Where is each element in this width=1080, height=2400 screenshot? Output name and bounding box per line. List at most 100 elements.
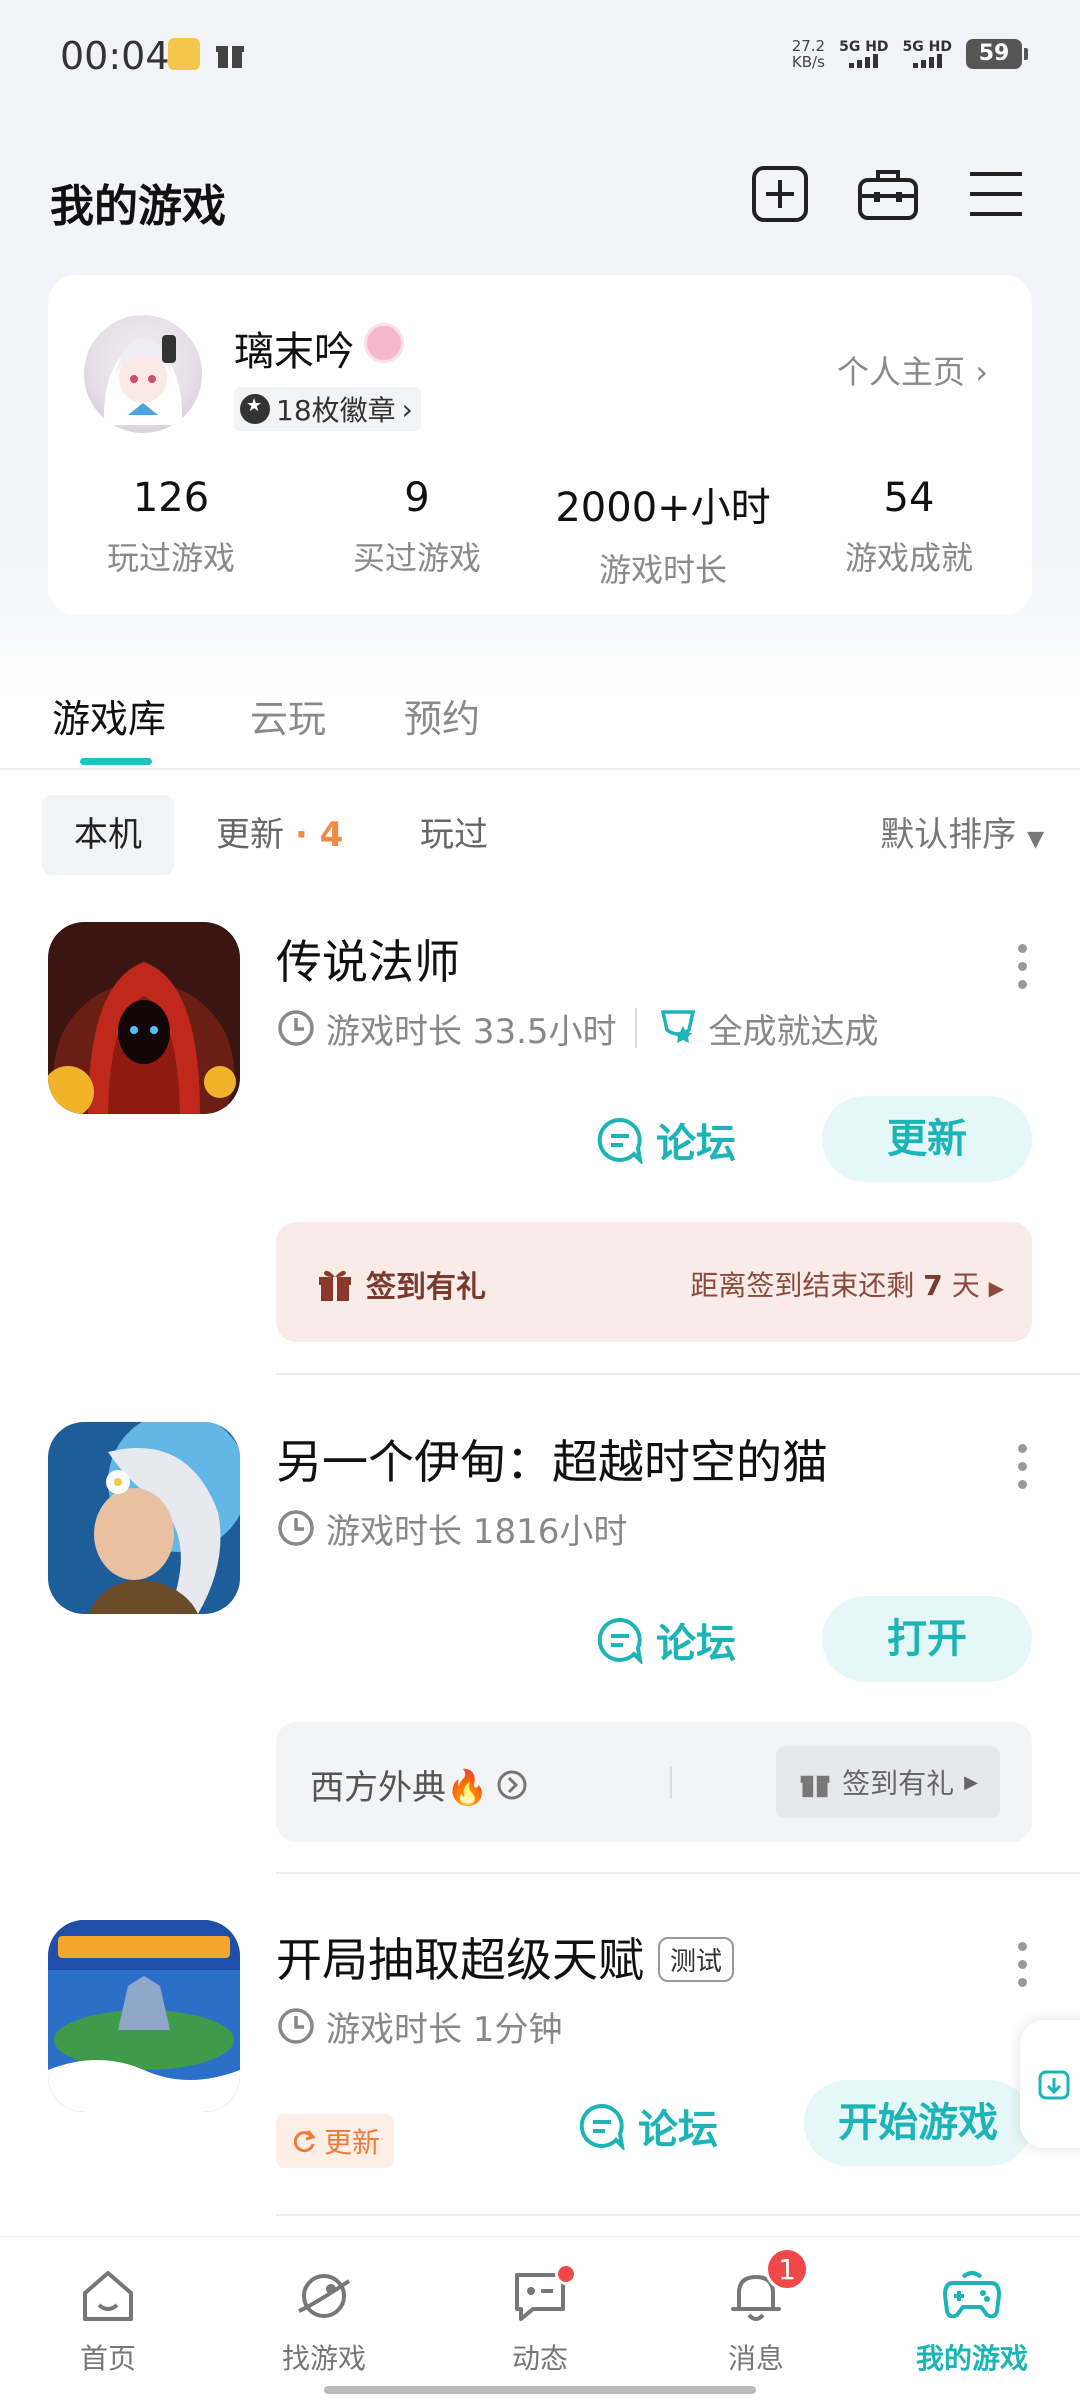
test-tag: 测试 (658, 1937, 735, 1982)
add-game-button[interactable] (748, 162, 812, 226)
badges-count: 18枚徽章 (276, 394, 396, 427)
stat-playtime[interactable]: 2000+小时 游戏时长 (540, 475, 786, 591)
forum-button[interactable]: 论坛 (578, 2084, 718, 2168)
game-item: 传说法师 游戏时长 33.5小时 全成就达成 论坛 更新 签到有礼 距离签到结束… (0, 922, 1080, 1362)
signal-1: 5G HD (839, 40, 889, 68)
refresh-icon (293, 2130, 316, 2153)
more-options-icon[interactable] (1018, 1942, 1032, 1996)
game-icon[interactable] (48, 922, 240, 1114)
nav-feed[interactable]: 动态 (460, 2263, 620, 2377)
tab-reservations[interactable]: 预约 (404, 688, 480, 743)
gift-icon (800, 1775, 830, 1798)
stat-bought-games[interactable]: 9 买过游戏 (294, 475, 540, 591)
game-title[interactable]: 传说法师 (276, 926, 460, 992)
circle-chevron-right-icon (497, 1770, 527, 1799)
forum-chat-icon (597, 1117, 643, 1164)
caret-right-icon: ▶ (964, 1771, 978, 1793)
stat-value: 9 (404, 475, 430, 521)
homepage-link-label: 个人主页 (837, 353, 966, 391)
game-artwork (48, 1422, 240, 1614)
event-name: 西方外典🔥 (310, 1768, 489, 1808)
profile-stats: 126 玩过游戏 9 买过游戏 2000+小时 游戏时长 54 游戏成就 (48, 475, 1032, 591)
event-link[interactable]: 西方外典🔥 (310, 1760, 528, 1809)
page-header: 我的游戏 (0, 150, 1080, 240)
signin-banner[interactable]: 签到有礼 距离签到结束还剩 7 天 ▶ (276, 1222, 1032, 1342)
speed-value: 27.2 (791, 37, 826, 55)
home-indicator[interactable] (324, 2386, 756, 2394)
floating-download-tab[interactable] (1020, 2020, 1080, 2148)
avatar-image (103, 335, 183, 425)
forum-label: 论坛 (656, 1621, 736, 1667)
nav-find-games[interactable]: 找游戏 (244, 2265, 404, 2377)
more-options-icon[interactable] (1018, 1444, 1032, 1498)
sort-dropdown[interactable]: 默认排序 ▼ (880, 795, 1044, 880)
forum-button[interactable]: 论坛 (596, 1098, 736, 1182)
more-options-icon[interactable] (1018, 944, 1032, 998)
network-speed: 27.2 KB/s (792, 38, 825, 70)
game-item: 开局抽取超级天赋 测试 游戏时长 1分钟 更新 论坛 开始游戏 (0, 1920, 1080, 2220)
chevron-right-icon: › (975, 353, 988, 391)
filter-updates-label: 更新 (216, 815, 284, 855)
start-game-button[interactable]: 开始游戏 (804, 2080, 1032, 2166)
page-title: 我的游戏 (50, 181, 226, 232)
tab-cloud-play[interactable]: 云玩 (250, 688, 326, 743)
game-icon[interactable] (48, 1422, 240, 1614)
game-meta: 游戏时长 1分钟 (276, 2000, 562, 2052)
game-title[interactable]: 另一个伊甸：超越时空的猫 (276, 1426, 828, 1492)
signin-label: 签到有礼 (366, 1270, 486, 1305)
tab-game-library[interactable]: 游戏库 (52, 688, 166, 743)
update-tag-label: 更新 (324, 2126, 381, 2159)
plus-square-icon (752, 166, 808, 222)
sort-label: 默认排序 (880, 815, 1017, 855)
game-artwork (48, 922, 240, 1114)
stat-value: 2000+小时 (555, 485, 771, 531)
filter-played[interactable]: 玩过 (420, 795, 488, 875)
signal-2: 5G HD (903, 40, 952, 68)
stat-value: 54 (883, 475, 935, 521)
gift-icon (319, 1270, 351, 1301)
clock-icon (278, 1510, 314, 1546)
update-available-tag[interactable]: 更新 (276, 2114, 395, 2168)
list-divider (276, 1373, 1080, 1375)
forum-label: 论坛 (638, 2107, 718, 2153)
homepage-link[interactable]: 个人主页 › (837, 347, 988, 393)
game-meta: 游戏时长 33.5小时 全成就达成 (276, 1002, 879, 1054)
game-icon[interactable] (48, 1920, 240, 2112)
event-divider (670, 1766, 672, 1798)
stat-value: 126 (132, 475, 210, 521)
event-signin-button[interactable]: 签到有礼 ▶ (776, 1746, 1000, 1818)
stat-label: 买过游戏 (352, 539, 481, 577)
stat-achievements[interactable]: 54 游戏成就 (786, 475, 1032, 591)
game-item: 另一个伊甸：超越时空的猫 游戏时长 1816小时 论坛 打开 西方外典🔥 签到有… (0, 1422, 1080, 1862)
feed-chat-icon (509, 2263, 577, 2327)
countdown-days: 7 (923, 1269, 943, 1302)
filter-updates[interactable]: 更新 · 4 (216, 795, 343, 875)
countdown-unit: 天 (951, 1269, 980, 1302)
playtime: 游戏时长 1分钟 (326, 2009, 563, 2050)
nav-home[interactable]: 首页 (28, 2265, 188, 2377)
menu-button[interactable] (964, 162, 1028, 226)
badges-link[interactable]: 18枚徽章 › (234, 387, 421, 431)
member-badge-icon[interactable] (364, 323, 404, 363)
battery-indicator: 59 (966, 39, 1028, 69)
filter-local[interactable]: 本机 (42, 795, 174, 875)
stat-played-games[interactable]: 126 玩过游戏 (48, 475, 294, 591)
list-divider (276, 2214, 1080, 2216)
trophy-icon (660, 1010, 695, 1043)
stat-label: 玩过游戏 (106, 539, 235, 577)
stat-label: 游戏成就 (844, 539, 973, 577)
nav-my-games[interactable]: 我的游戏 (892, 2265, 1052, 2377)
toolbox-button[interactable] (856, 162, 920, 226)
bottom-navigation: 首页 找游戏 动态 1 消息 我的游戏 (0, 2236, 1080, 2400)
game-title[interactable]: 开局抽取超级天赋 测试 (276, 1924, 735, 1990)
achievement-status: 全成就达成 (708, 1011, 879, 1052)
hamburger-menu-icon (970, 172, 1022, 216)
forum-button[interactable]: 论坛 (596, 1598, 736, 1682)
chevron-right-icon: › (401, 392, 413, 426)
open-game-button[interactable]: 打开 (822, 1596, 1032, 1682)
nav-messages[interactable]: 1 消息 (676, 2247, 836, 2377)
message-count-badge: 1 (765, 2247, 809, 2291)
avatar[interactable] (84, 315, 202, 433)
update-game-button[interactable]: 更新 (822, 1096, 1032, 1182)
list-divider (276, 1872, 1080, 1874)
